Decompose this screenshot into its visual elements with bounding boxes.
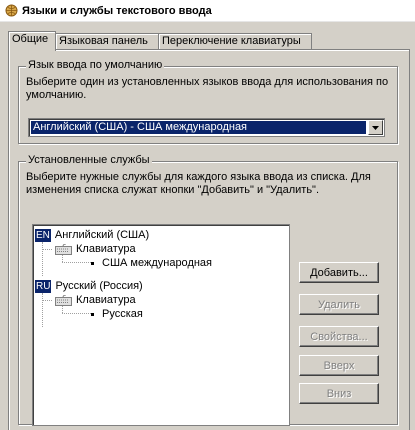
language-badge: RU	[35, 279, 52, 293]
tree-layout-us-intl[interactable]: США международная	[91, 256, 212, 270]
tree-language-ru[interactable]: RU Русский (Россия)	[35, 279, 143, 293]
add-button[interactable]: Добавить...	[299, 262, 379, 283]
tree-category-keyboard[interactable]: Клавиатура	[55, 242, 136, 256]
keyboard-globe-icon	[5, 4, 18, 17]
tree-layout-label: Русская	[102, 308, 143, 320]
remove-button[interactable]: Удалить	[299, 294, 379, 315]
tab-general[interactable]: Общие	[8, 31, 56, 51]
move-up-button[interactable]: Вверх	[299, 355, 379, 376]
move-down-button[interactable]: Вниз	[299, 383, 379, 404]
tree-category-label: Клавиатура	[76, 294, 136, 306]
default-language-legend: Язык ввода по умолчанию	[26, 59, 165, 71]
tree-language-label: Русский (Россия)	[55, 280, 143, 292]
tree-category-keyboard[interactable]: Клавиатура	[55, 293, 136, 307]
default-language-select[interactable]: Английский (США) - США международная	[28, 118, 385, 137]
tab-language-bar[interactable]: Языковая панель	[55, 33, 159, 50]
properties-button[interactable]: Свойства...	[299, 326, 379, 347]
services-tree[interactable]: EN Английский (США) Клавиатура США между…	[32, 224, 290, 426]
tab-key-settings[interactable]: Переключение клавиатуры	[158, 33, 312, 50]
tree-language-label: Английский (США)	[54, 229, 150, 241]
tab-panel-general: Язык ввода по умолчанию Выберите один из…	[8, 49, 410, 430]
window-title: Языки и службы текстового ввода	[22, 4, 212, 17]
bullet-icon	[91, 261, 94, 265]
installed-services-description: Выберите нужные службы для каждого языка…	[26, 171, 371, 196]
dropdown-button[interactable]	[368, 120, 383, 135]
language-badge: EN	[35, 228, 51, 242]
installed-services-legend: Установленные службы	[26, 154, 152, 166]
default-language-description: Выберите один из установленных языков вв…	[26, 76, 389, 101]
tree-layout-russian[interactable]: Русская	[91, 307, 143, 321]
bullet-icon	[91, 312, 94, 316]
default-language-group: Язык ввода по умолчанию Выберите один из…	[18, 59, 398, 144]
tree-language-en[interactable]: EN Английский (США)	[35, 228, 149, 242]
title-bar: Языки и службы текстового ввода	[0, 0, 415, 22]
tree-category-label: Клавиатура	[76, 243, 136, 255]
keyboard-icon	[55, 294, 72, 306]
tree-layout-label: США международная	[102, 257, 213, 269]
default-language-selected: Английский (США) - США международная	[31, 121, 366, 134]
keyboard-icon	[55, 243, 72, 255]
chevron-down-icon	[372, 125, 379, 130]
